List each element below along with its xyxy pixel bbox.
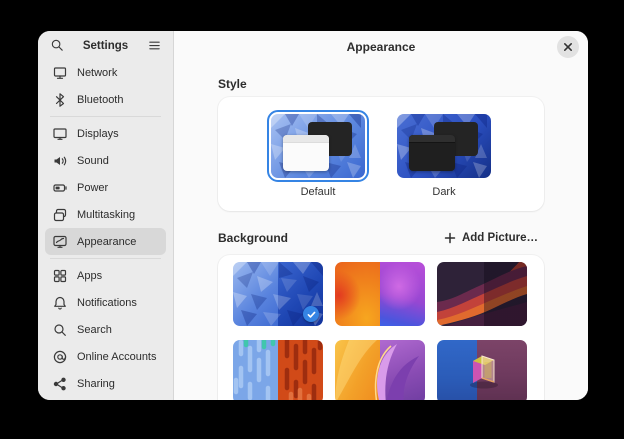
- sidebar: Settings Network Bluetooth: [38, 31, 174, 400]
- close-button[interactable]: [557, 36, 579, 58]
- settings-window: Settings Network Bluetooth: [38, 31, 588, 400]
- add-picture-label: Add Picture…: [462, 232, 538, 244]
- sound-icon: [52, 153, 68, 169]
- sidebar-headerbar: Settings: [38, 31, 173, 56]
- selected-check-badge: [303, 306, 319, 322]
- style-option-dark[interactable]: Dark: [393, 110, 495, 198]
- bluetooth-icon: [52, 92, 68, 108]
- sidebar-item-sharing[interactable]: Sharing: [45, 370, 166, 397]
- style-option-label: Dark: [432, 186, 455, 198]
- style-card: Default Dark: [218, 97, 544, 211]
- sidebar-divider: [50, 116, 161, 117]
- appearance-icon: [52, 234, 68, 250]
- style-section-label: Style: [218, 77, 544, 91]
- search-icon[interactable]: [49, 38, 65, 54]
- sidebar-item-label: Apps: [77, 270, 102, 282]
- main-panel: Appearance Style: [174, 31, 588, 400]
- sidebar-item-label: Online Accounts: [77, 351, 157, 363]
- background-section-label: Background: [218, 231, 288, 245]
- sidebar-item-sound[interactable]: Sound: [45, 147, 166, 174]
- sidebar-nav: Network Bluetooth Displays Sound: [38, 56, 173, 400]
- main-menu-icon[interactable]: [146, 38, 162, 54]
- share-icon: [52, 376, 68, 392]
- wallpaper-thumbnail-blue-orange-drips[interactable]: [233, 340, 323, 400]
- sidebar-item-apps[interactable]: Apps: [45, 262, 166, 289]
- selected-ring: [267, 110, 369, 182]
- sidebar-item-network[interactable]: Network: [45, 59, 166, 86]
- sidebar-item-appearance[interactable]: Appearance: [45, 228, 166, 255]
- multitasking-icon: [52, 207, 68, 223]
- page-title: Appearance: [347, 40, 416, 54]
- sidebar-divider: [50, 258, 161, 259]
- sidebar-item-label: Notifications: [77, 297, 137, 309]
- power-icon: [52, 180, 68, 196]
- preview-window-front: [409, 135, 455, 171]
- sidebar-item-power[interactable]: Power: [45, 174, 166, 201]
- sidebar-item-label: Sharing: [77, 378, 115, 390]
- close-icon: [560, 39, 576, 55]
- sidebar-item-label: Power: [77, 182, 108, 194]
- wallpaper-thumbnail-orange-purple-gradient[interactable]: [335, 262, 425, 326]
- unselected-ring: [393, 110, 495, 182]
- sidebar-item-label: Sound: [77, 155, 109, 167]
- style-option-label: Default: [301, 186, 336, 198]
- at-sign-icon: [52, 349, 68, 365]
- background-header-row: Background Add Picture…: [218, 228, 544, 248]
- sidebar-item-search[interactable]: Search: [45, 316, 166, 343]
- bell-icon: [52, 295, 68, 311]
- check-icon: [306, 309, 317, 320]
- appearance-content: Style Default: [174, 63, 588, 400]
- sidebar-item-notifications[interactable]: Notifications: [45, 289, 166, 316]
- wallpaper-thumbnail-glass-cube[interactable]: [437, 340, 527, 400]
- sidebar-item-bluetooth[interactable]: Bluetooth: [45, 86, 166, 113]
- sidebar-item-multitasking[interactable]: Multitasking: [45, 201, 166, 228]
- sidebar-item-label: Displays: [77, 128, 119, 140]
- sidebar-item-label: Appearance: [77, 236, 136, 248]
- wallpaper-thumbnail-dark-red-waves[interactable]: [437, 262, 527, 326]
- search-icon: [52, 322, 68, 338]
- background-card: [218, 255, 544, 400]
- preview-window-front: [283, 135, 329, 171]
- sidebar-item-label: Network: [77, 67, 117, 79]
- sidebar-item-label: Bluetooth: [77, 94, 123, 106]
- sidebar-item-online-accounts[interactable]: Online Accounts: [45, 343, 166, 370]
- default-style-preview: [271, 114, 365, 178]
- style-option-default[interactable]: Default: [267, 110, 369, 198]
- add-picture-button[interactable]: Add Picture…: [438, 229, 544, 247]
- displays-icon: [52, 126, 68, 142]
- dark-style-preview: [397, 114, 491, 178]
- sidebar-title: Settings: [65, 40, 146, 52]
- plus-icon: [444, 232, 456, 244]
- apps-icon: [52, 268, 68, 284]
- headerbar: Appearance: [174, 31, 588, 63]
- wallpaper-thumbnail-blue-triangles[interactable]: [233, 262, 323, 326]
- sidebar-item-label: Search: [77, 324, 112, 336]
- sidebar-item-displays[interactable]: Displays: [45, 120, 166, 147]
- wallpaper-thumbnail-orange-purple-petals[interactable]: [335, 340, 425, 400]
- network-icon: [52, 65, 68, 81]
- sidebar-item-label: Multitasking: [77, 209, 135, 221]
